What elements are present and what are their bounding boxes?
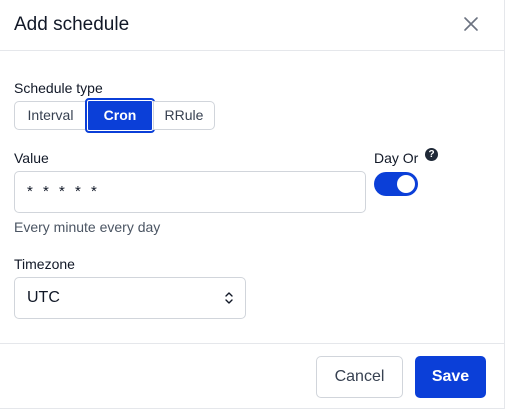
cron-value-input[interactable]: * * * * *	[14, 171, 366, 213]
dialog-title: Add schedule	[14, 14, 130, 35]
schedule-type-segmented-control: Interval Cron RRule	[14, 98, 215, 133]
timezone-select[interactable]: UTC	[14, 277, 246, 319]
dialog-header: Add schedule	[0, 0, 504, 51]
value-label: Value	[14, 150, 49, 166]
save-button[interactable]: Save	[415, 356, 486, 398]
day-or-toggle[interactable]	[374, 172, 418, 196]
day-or-label: Day Or	[374, 150, 419, 166]
schedule-type-rrule-button[interactable]: RRule	[153, 101, 215, 130]
cancel-button[interactable]: Cancel	[316, 356, 403, 398]
add-schedule-dialog: Add schedule Schedule type Interval Cron…	[0, 0, 505, 409]
toggle-knob	[397, 175, 415, 193]
schedule-type-interval-button[interactable]: Interval	[14, 101, 87, 130]
help-icon[interactable]: ?	[425, 148, 438, 161]
schedule-type-cron-button[interactable]: Cron	[85, 98, 155, 133]
timezone-value: UTC	[27, 289, 60, 306]
select-arrows-icon	[225, 292, 233, 304]
cron-description: Every minute every day	[14, 219, 161, 235]
close-icon	[464, 17, 478, 31]
schedule-type-label: Schedule type	[14, 80, 103, 96]
timezone-label: Timezone	[14, 256, 75, 272]
dialog-footer-divider	[0, 343, 504, 344]
close-button[interactable]	[462, 15, 480, 33]
